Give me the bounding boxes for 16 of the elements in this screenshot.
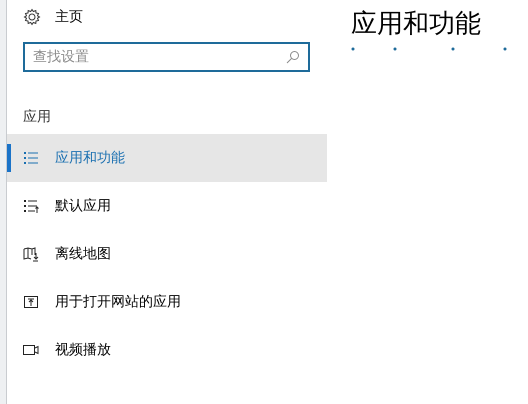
list-icon: [23, 150, 39, 166]
nav-item[interactable]: 用于打开网站的应用: [7, 278, 327, 326]
page-title: 应用和功能: [351, 8, 482, 41]
gear-icon: [23, 8, 41, 26]
search-field[interactable]: 查找设置: [23, 42, 310, 72]
nav-item[interactable]: 离线地图: [7, 230, 327, 278]
nav-item[interactable]: 视频播放: [7, 326, 327, 374]
section-heading: 应用: [23, 108, 52, 126]
map-download-icon: [23, 246, 39, 262]
home-link[interactable]: 主页: [7, 0, 327, 22]
nav-item[interactable]: 默认应用: [7, 182, 327, 230]
upload-box-icon: [23, 294, 39, 310]
checklist-icon: [23, 198, 39, 214]
search-icon: [286, 50, 300, 64]
video-camera-icon: [23, 342, 39, 358]
nav-item[interactable]: 应用和功能: [7, 134, 327, 182]
